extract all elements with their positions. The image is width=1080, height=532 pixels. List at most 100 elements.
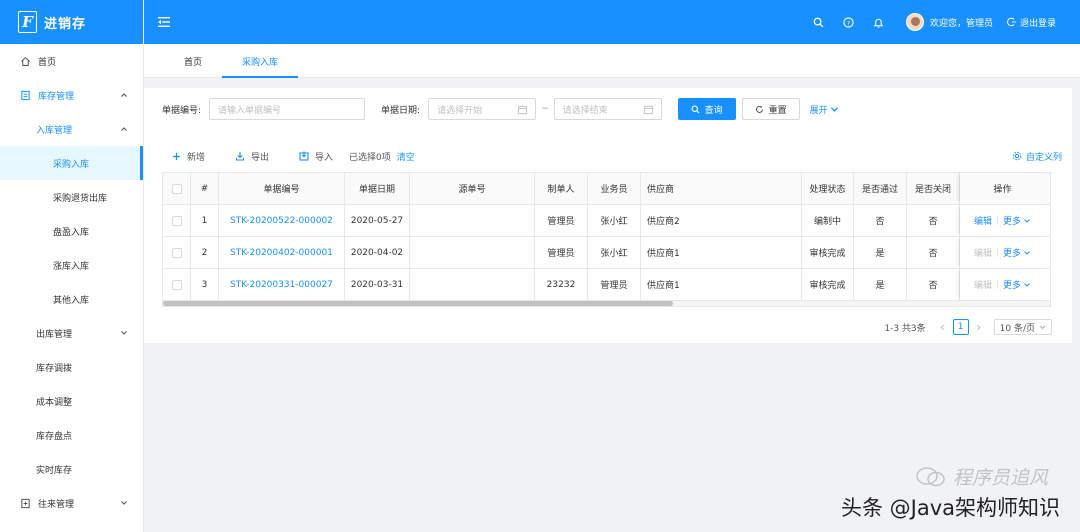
table-toolbar: 新增 导出 导入 已选择0项 清空 自定义列 (172, 148, 1062, 164)
chevron-right-icon (976, 324, 981, 330)
logo-icon: F (18, 11, 37, 33)
sidebar-item-contacts[interactable]: 往来管理 (0, 486, 143, 520)
sidebar-item-realtime-stock[interactable]: 实时库存 (0, 452, 143, 486)
search-form: 单据编号: 请输入单据编号 单据日期: 请选择开始 ~ 请选择结束 查询 重置 (162, 97, 839, 121)
doc-no-input[interactable]: 请输入单据编号 (209, 98, 366, 120)
app-logo: F 进销存 (0, 0, 144, 44)
salesman-cell: 管理员 (588, 269, 641, 300)
sidebar-item-cost-adjust[interactable]: 成本调整 (0, 384, 143, 418)
menu-fold-icon[interactable] (156, 14, 172, 30)
user-menu[interactable]: 欢迎您，管理员 (905, 13, 993, 31)
doc-no-label: 单据编号: (162, 105, 202, 116)
date-cell: 2020-04-02 (345, 237, 410, 268)
pagination-total: 1-3 共3条 (884, 323, 926, 334)
page-number-button[interactable]: 1 (952, 319, 969, 335)
sidebar-item-label: 其他入库 (53, 295, 90, 306)
tab-home[interactable]: 首页 (164, 44, 222, 78)
row-index: 3 (191, 269, 219, 300)
chevron-down-icon (121, 331, 127, 335)
search-icon[interactable] (811, 14, 827, 30)
edit-link[interactable]: 编辑 (974, 278, 992, 291)
logout-button[interactable]: 退出登录 (1007, 16, 1056, 29)
row-index: 2 (191, 237, 219, 268)
creator-cell: 管理员 (535, 205, 588, 236)
pagination: 1-3 共3条 1 10 条/页 (884, 319, 1052, 335)
doc-no-cell: STK-20200402-000001 (219, 237, 345, 268)
more-label: 更多 (1003, 249, 1022, 259)
page-size-value: 10 条/页 (999, 323, 1035, 334)
selected-count: 已选择0项 (349, 152, 391, 163)
export-button[interactable]: 导出 (235, 150, 269, 163)
logout-icon (1007, 17, 1017, 27)
sidebar-item-stocktake[interactable]: 库存盘点 (0, 418, 143, 452)
column-header: 单据编号 (219, 173, 345, 204)
add-button[interactable]: 新增 (172, 150, 205, 163)
scrollbar-thumb[interactable] (163, 301, 673, 306)
column-header: 处理状态 (802, 173, 854, 204)
reset-button[interactable]: 重置 (741, 98, 800, 120)
doc-no-link[interactable]: STK-20200402-000001 (230, 248, 333, 258)
sidebar: 首页 库存管理 入库管理 采购入库 采购退货出库 盘盈入库 涨库入库 其他入库 … (0, 44, 144, 532)
row-checkbox[interactable] (171, 247, 182, 258)
sidebar-item-outbound[interactable]: 出库管理 (0, 316, 143, 350)
custom-columns-button[interactable]: 自定义列 (1012, 150, 1062, 163)
select-all-cell (163, 173, 191, 204)
source-no-cell (410, 269, 535, 300)
sidebar-item-label: 盘盈入库 (53, 227, 90, 238)
row-checkbox[interactable] (171, 279, 182, 290)
closed-cell: 否 (907, 205, 960, 236)
tab-purchase-inbound[interactable]: 采购入库 (222, 44, 299, 78)
column-header: 供应商 (641, 173, 802, 204)
select-all-checkbox[interactable] (171, 183, 182, 194)
sidebar-item-label: 库存盘点 (36, 431, 73, 442)
status-cell: 审核完成 (802, 237, 854, 268)
query-button[interactable]: 查询 (677, 98, 736, 120)
more-dropdown[interactable]: 更多 (1003, 246, 1031, 259)
top-header: F 进销存 ? 欢迎您，管理员 退出登录 (0, 0, 1080, 44)
doc-no-link[interactable]: STK-20200331-000027 (230, 280, 333, 290)
row-select-cell (163, 205, 191, 236)
doc-no-link[interactable]: STK-20200522-000002 (230, 216, 333, 226)
more-dropdown[interactable]: 更多 (1003, 278, 1031, 291)
passed-cell: 是 (854, 237, 907, 268)
date-start-input[interactable]: 请选择开始 (428, 98, 537, 120)
edit-link[interactable]: 编辑 (974, 246, 992, 259)
prev-page-button[interactable] (936, 319, 950, 335)
watermark-author-text: 程序员追风 (952, 467, 1048, 489)
more-dropdown[interactable]: 更多 (1003, 214, 1031, 227)
help-icon[interactable]: ? (841, 14, 857, 30)
date-end-input[interactable]: 请选择结束 (553, 98, 662, 120)
sidebar-item-surplus-inbound[interactable]: 盘盈入库 (0, 214, 143, 248)
sidebar-item-other-inbound[interactable]: 其他入库 (0, 282, 143, 316)
sidebar-item-purchase-inbound[interactable]: 采购入库 (0, 146, 143, 180)
source-no-cell (410, 205, 535, 236)
sidebar-item-gain-inbound[interactable]: 涨库入库 (0, 248, 143, 282)
sidebar-item-label: 采购退货出库 (53, 193, 108, 204)
app-title: 进销存 (44, 16, 87, 32)
sidebar-item-inventory[interactable]: 库存管理 (0, 78, 143, 112)
gear-icon (1012, 151, 1022, 161)
sidebar-item-label: 涨库入库 (53, 261, 90, 272)
next-page-button[interactable] (972, 319, 986, 335)
doc-no-cell: STK-20200331-000027 (219, 269, 345, 300)
bell-icon[interactable] (871, 14, 887, 30)
divider (997, 248, 998, 257)
row-checkbox[interactable] (171, 215, 182, 226)
sidebar-item-purchase-return[interactable]: 采购退货出库 (0, 180, 143, 214)
page-size-select[interactable]: 10 条/页 (993, 319, 1052, 335)
sidebar-item-transfer[interactable]: 库存调拨 (0, 350, 143, 384)
expand-toggle[interactable]: 展开 (810, 103, 839, 116)
edit-link[interactable]: 编辑 (974, 214, 992, 227)
logout-label: 退出登录 (1019, 18, 1056, 29)
page-tabs: 首页 采购入库 (144, 44, 1080, 78)
chevron-down-icon (1024, 250, 1030, 255)
clear-selection-link[interactable]: 清空 (397, 150, 415, 163)
sidebar-item-home[interactable]: 首页 (0, 44, 143, 78)
data-table: # 单据编号 单据日期 源单号 制单人 业务员 供应商 处理状态 是否通过 是否… (162, 172, 1051, 307)
import-button[interactable]: 导入 (299, 150, 333, 163)
column-header: 操作 (960, 173, 1045, 204)
horizontal-scrollbar[interactable] (163, 301, 1050, 306)
chevron-down-icon (121, 501, 127, 505)
chevron-up-icon (121, 127, 127, 131)
sidebar-item-inbound[interactable]: 入库管理 (0, 112, 143, 146)
